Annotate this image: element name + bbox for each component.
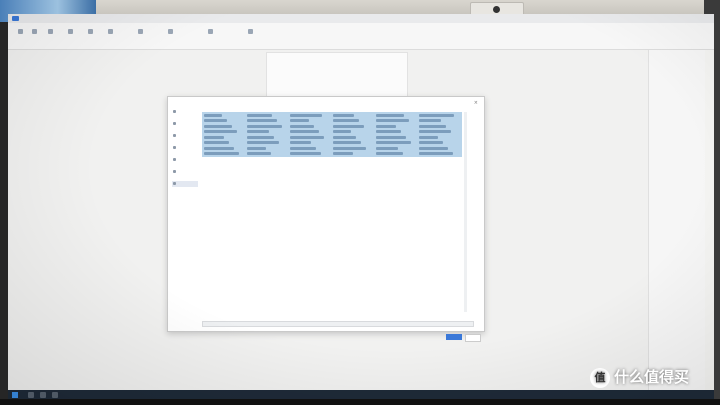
watermark-text: 什么值得买 <box>614 368 690 386</box>
watermark-logo-icon: 值 <box>590 367 610 388</box>
list-item-line <box>333 146 366 150</box>
list-item-line <box>247 124 282 128</box>
category-item[interactable] <box>172 145 198 151</box>
ribbon-tab-bar <box>8 14 714 23</box>
category-item[interactable] <box>172 157 198 163</box>
dialog-category-list <box>172 109 198 193</box>
toolbar-icon[interactable] <box>88 29 93 34</box>
list-item-line <box>333 135 356 139</box>
ok-button[interactable] <box>446 334 462 340</box>
ribbon-toolbar <box>8 23 714 50</box>
list-item-line <box>419 124 446 128</box>
taskbar-app-icon[interactable] <box>40 392 46 398</box>
list-item-line <box>333 141 361 144</box>
list-item-line <box>204 130 237 133</box>
list-item-line <box>247 146 266 150</box>
cancel-button[interactable] <box>465 334 481 342</box>
list-item-line <box>290 152 321 155</box>
list-item-line <box>376 119 409 122</box>
tab-active[interactable] <box>12 16 20 21</box>
scrollbar[interactable] <box>464 112 467 312</box>
toolbar-icon[interactable] <box>32 29 37 34</box>
list-item-line <box>333 152 353 155</box>
list-item-line <box>290 135 324 139</box>
list-item-line <box>333 124 364 128</box>
right-side-panel <box>648 50 705 390</box>
list-item-line <box>376 141 411 144</box>
preview-row <box>202 321 474 327</box>
category-item[interactable] <box>172 133 198 139</box>
category-item[interactable] <box>172 109 198 115</box>
list-item-line <box>204 146 234 150</box>
taskbar-app-icon[interactable] <box>52 392 58 398</box>
list-item-line <box>204 135 224 139</box>
insert-dialog: × <box>167 96 485 342</box>
tab[interactable] <box>50 16 51 21</box>
list-item-line <box>333 130 351 133</box>
list-item-line <box>333 119 359 122</box>
list-item-line <box>376 146 398 150</box>
list-item-line <box>247 141 279 144</box>
list-item-line <box>376 130 401 133</box>
list-item-line <box>419 146 448 150</box>
toolbar-icon[interactable] <box>108 29 113 34</box>
panel-row[interactable] <box>655 66 701 72</box>
selected-items-list[interactable] <box>202 112 462 157</box>
monitor-bottom-edge <box>0 399 720 405</box>
list-item-line <box>290 124 314 128</box>
list-item-line <box>376 124 396 128</box>
tab[interactable] <box>39 16 40 21</box>
list-item-line <box>247 152 271 155</box>
list-item-line <box>376 135 406 139</box>
list-item-line <box>333 113 354 117</box>
list-item-line <box>247 135 274 139</box>
list-item-line <box>419 141 443 144</box>
list-item-line <box>247 130 269 133</box>
list-item-line <box>247 113 272 117</box>
list-item-line <box>419 130 451 133</box>
list-item-line <box>419 113 454 117</box>
toolbar-icon[interactable] <box>138 29 143 34</box>
monitor-screen: × <box>8 14 714 400</box>
list-item-line <box>290 119 309 122</box>
wall-background <box>0 0 720 14</box>
list-item-line <box>204 141 229 144</box>
list-item-line <box>290 141 311 144</box>
toolbar-icon[interactable] <box>68 29 73 34</box>
list-item-line <box>290 130 319 133</box>
list-item-line <box>376 113 404 117</box>
list-item-line <box>290 113 322 117</box>
list-item-line <box>376 152 403 155</box>
list-item-line <box>419 152 453 155</box>
category-item[interactable] <box>172 169 198 175</box>
start-icon[interactable] <box>12 392 18 398</box>
list-item-line <box>204 152 239 155</box>
toolbar-icon[interactable] <box>48 29 53 34</box>
panel-row[interactable] <box>655 77 701 83</box>
toolbar-icon[interactable] <box>248 29 253 34</box>
tab[interactable] <box>29 16 30 21</box>
list-item-line <box>204 113 222 117</box>
watermark: 值什么值得买 <box>590 366 689 388</box>
taskbar-app-icon[interactable] <box>28 392 34 398</box>
list-item-line <box>204 124 232 128</box>
webcam-lens <box>493 6 500 13</box>
list-item-line <box>419 119 441 122</box>
toolbar-icon[interactable] <box>168 29 173 34</box>
list-item-line <box>247 119 277 122</box>
toolbar-icon[interactable] <box>208 29 213 34</box>
preview-strip <box>202 321 474 327</box>
list-item-line <box>204 119 227 122</box>
category-item[interactable] <box>172 121 198 127</box>
close-icon[interactable]: × <box>474 100 478 106</box>
list-item-line <box>419 135 438 139</box>
panel-row[interactable] <box>655 55 701 61</box>
category-item-selected[interactable] <box>172 181 198 187</box>
list-item-line <box>290 146 316 150</box>
panel-row[interactable] <box>655 88 701 94</box>
toolbar-icon[interactable] <box>18 29 23 34</box>
